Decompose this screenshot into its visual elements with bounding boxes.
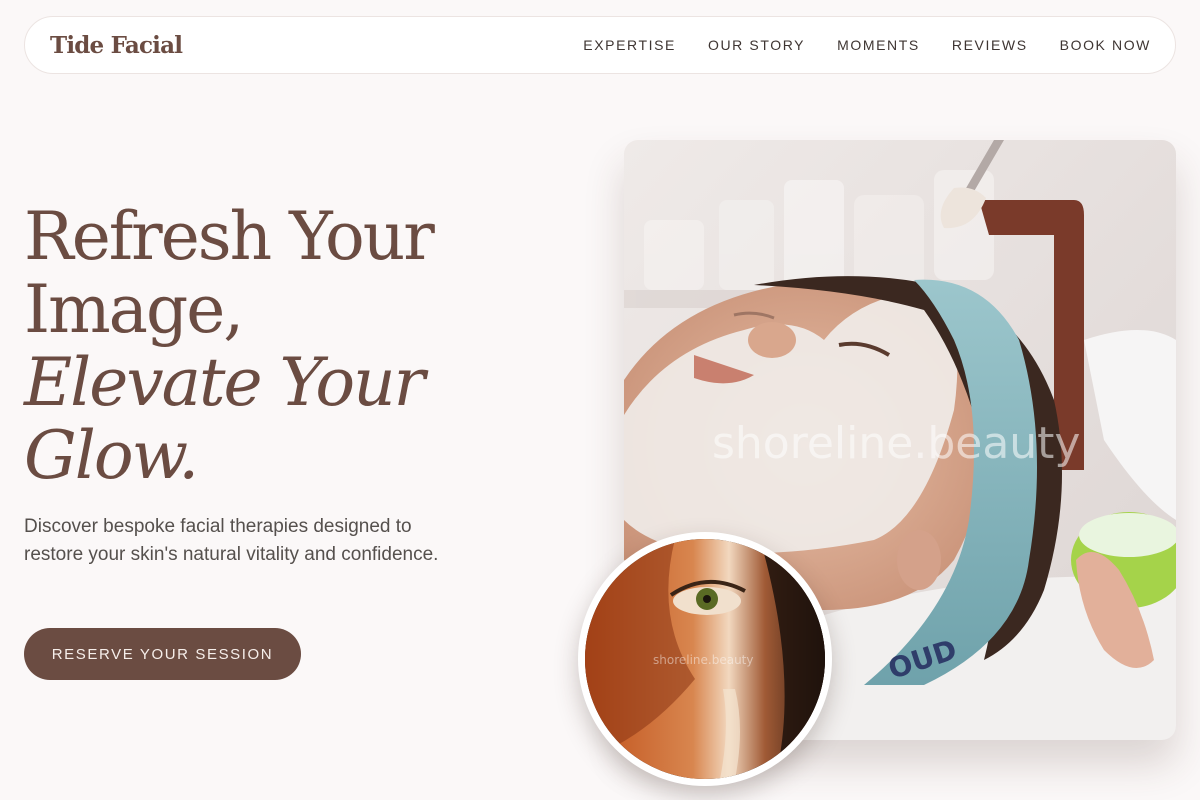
hero-title-italic-2: Glow.	[24, 417, 199, 494]
hero-title-line-1: Refresh Your	[24, 198, 435, 275]
nav-link-book-now[interactable]: BOOK NOW	[1060, 37, 1151, 53]
nav-menu: EXPERTISE OUR STORY MOMENTS REVIEWS BOOK…	[583, 37, 1151, 53]
main-photo-watermark: shoreline.beauty	[712, 418, 1080, 469]
eye-closeup-illustration: shoreline.beauty	[585, 539, 825, 779]
hero-title-italic-1: Elevate Your	[24, 344, 425, 421]
inset-photo-watermark: shoreline.beauty	[653, 653, 754, 667]
nav-link-our-story[interactable]: OUR STORY	[708, 37, 805, 53]
nav-link-moments[interactable]: MOMENTS	[837, 37, 920, 53]
reserve-session-button[interactable]: RESERVE YOUR SESSION	[24, 628, 301, 680]
hero-subtitle: Discover bespoke facial therapies design…	[24, 516, 439, 565]
hero-headline: Refresh Your Image, Elevate Your Glow.	[24, 200, 584, 492]
top-navbar: Tide Facial EXPERTISE OUR STORY MOMENTS …	[24, 16, 1176, 74]
hero-title-line-2: Image,	[24, 271, 244, 348]
nav-link-reviews[interactable]: REVIEWS	[952, 37, 1028, 53]
brand-logo[interactable]: Tide Facial	[50, 32, 183, 59]
eye-closeup-photo: shoreline.beauty	[578, 532, 832, 786]
nav-link-expertise[interactable]: EXPERTISE	[583, 37, 676, 53]
